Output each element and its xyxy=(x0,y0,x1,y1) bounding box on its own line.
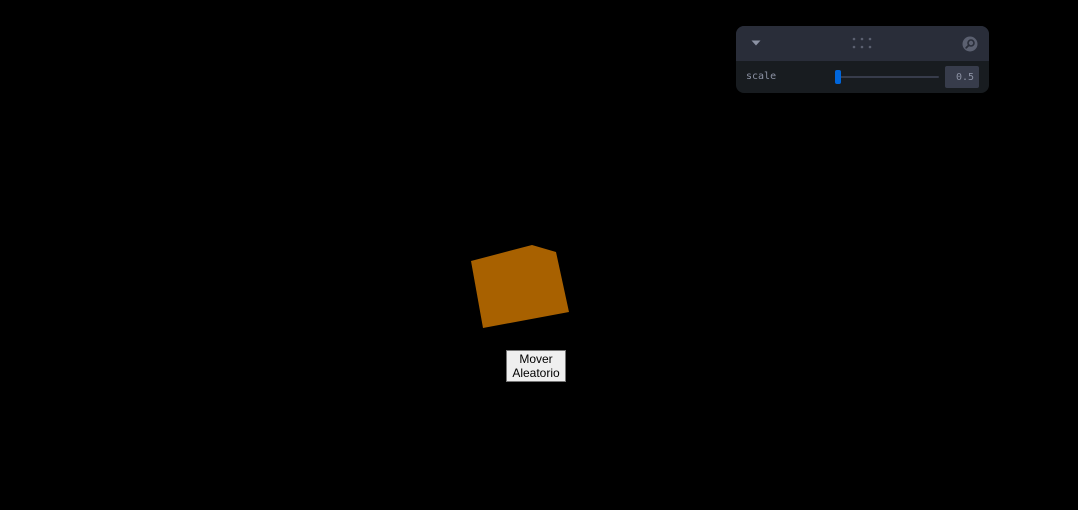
scale-slider-thumb[interactable] xyxy=(835,70,842,84)
cube xyxy=(471,245,569,328)
scale-value-input[interactable] xyxy=(945,66,979,88)
scale-label: scale xyxy=(746,71,777,82)
search-icon[interactable] xyxy=(961,35,979,53)
move-random-button-label-2: Aleatorio xyxy=(512,366,560,380)
scale-slider[interactable] xyxy=(835,69,939,85)
controls-panel: scale xyxy=(736,26,989,93)
scale-slider-track[interactable] xyxy=(836,76,939,78)
drag-handle-icon[interactable] xyxy=(850,36,874,50)
move-random-button[interactable]: Mover Aleatorio xyxy=(506,350,566,382)
scale-control-row: scale xyxy=(736,61,989,93)
panel-header xyxy=(736,26,989,61)
move-random-button-label-1: Mover xyxy=(519,352,553,366)
chevron-down-icon[interactable] xyxy=(750,38,762,48)
